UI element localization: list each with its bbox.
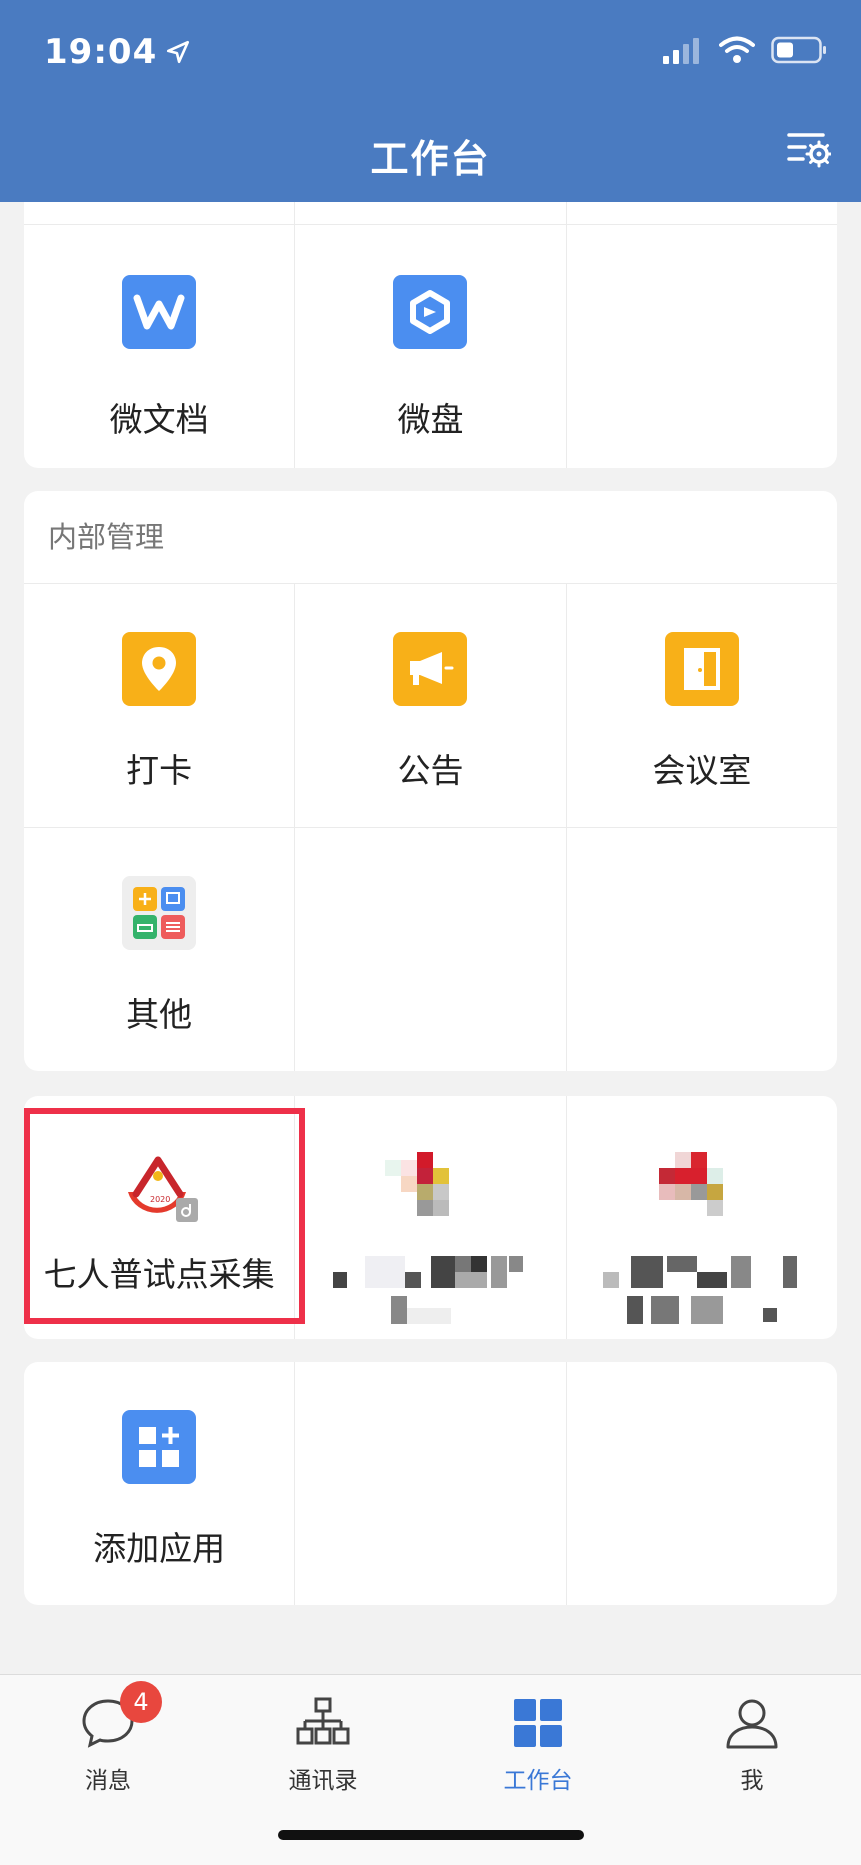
empty-cell <box>567 828 837 1071</box>
list-settings-icon <box>787 133 833 168</box>
add-app-icon <box>122 1410 197 1484</box>
app-label: 会议室 <box>652 751 752 790</box>
workbench-icon <box>514 1699 562 1747</box>
location-arrow-icon <box>167 40 190 64</box>
tab-me[interactable]: 我 <box>682 1695 822 1795</box>
blurred-app[interactable] <box>295 1096 567 1339</box>
app-checkin[interactable]: 打卡 <box>24 584 296 827</box>
app-label: 公告 <box>397 751 464 790</box>
org-chart-icon <box>296 1697 350 1745</box>
unread-badge: 4 <box>120 1681 162 1723</box>
settings-button[interactable] <box>787 130 833 170</box>
app-label: 其他 <box>126 995 193 1034</box>
status-indicators <box>663 36 827 64</box>
battery-icon <box>771 36 826 64</box>
app-announcement[interactable]: 公告 <box>295 584 567 827</box>
app-label: 添加应用 <box>93 1529 226 1568</box>
tab-label: 工作台 <box>503 1768 573 1794</box>
empty-cell <box>567 225 837 468</box>
app-label: 微文档 <box>109 400 209 439</box>
status-time: 19:04 <box>44 32 191 72</box>
app-grid-icon <box>122 876 197 950</box>
empty-cell <box>567 1362 837 1605</box>
location-pin-icon <box>122 632 197 706</box>
tab-label: 消息 <box>85 1768 131 1794</box>
internal-management-card: 内部管理 打卡 公告 会议室 其他 <box>24 491 837 1071</box>
header: 19:04 工作台 <box>0 0 861 202</box>
app-meeting-room[interactable]: 会议室 <box>567 584 837 827</box>
docs-card: 微文档 微盘 <box>24 202 837 468</box>
megaphone-icon <box>393 632 468 706</box>
tab-contacts[interactable]: 通讯录 <box>253 1695 393 1795</box>
app-label: 打卡 <box>126 751 193 790</box>
add-app-button[interactable]: 添加应用 <box>24 1362 296 1605</box>
page-title: 工作台 <box>370 137 491 181</box>
cloud-drive-icon <box>393 275 468 349</box>
tab-label: 我 <box>740 1768 764 1794</box>
tab-workbench[interactable]: 工作台 <box>468 1695 608 1795</box>
section-title: 内部管理 <box>48 520 165 554</box>
empty-cell <box>295 1362 567 1605</box>
wifi-icon <box>719 36 755 63</box>
door-icon <box>664 632 739 706</box>
app-weidoc[interactable]: 微文档 <box>24 225 296 468</box>
app-label: 微盘 <box>397 400 464 439</box>
highlight-box <box>24 1108 305 1324</box>
profile-icon <box>726 1699 778 1749</box>
app-weipan[interactable]: 微盘 <box>295 225 567 468</box>
home-indicator <box>278 1830 584 1840</box>
app-others[interactable]: 其他 <box>24 828 296 1071</box>
w-doc-icon <box>122 275 197 349</box>
tab-messages[interactable]: 4 消息 <box>38 1681 178 1795</box>
add-app-card: 添加应用 <box>24 1362 837 1605</box>
blurred-app[interactable] <box>567 1096 837 1339</box>
empty-cell <box>295 828 567 1071</box>
signal-icon <box>663 38 699 64</box>
tab-label: 通讯录 <box>288 1768 358 1794</box>
